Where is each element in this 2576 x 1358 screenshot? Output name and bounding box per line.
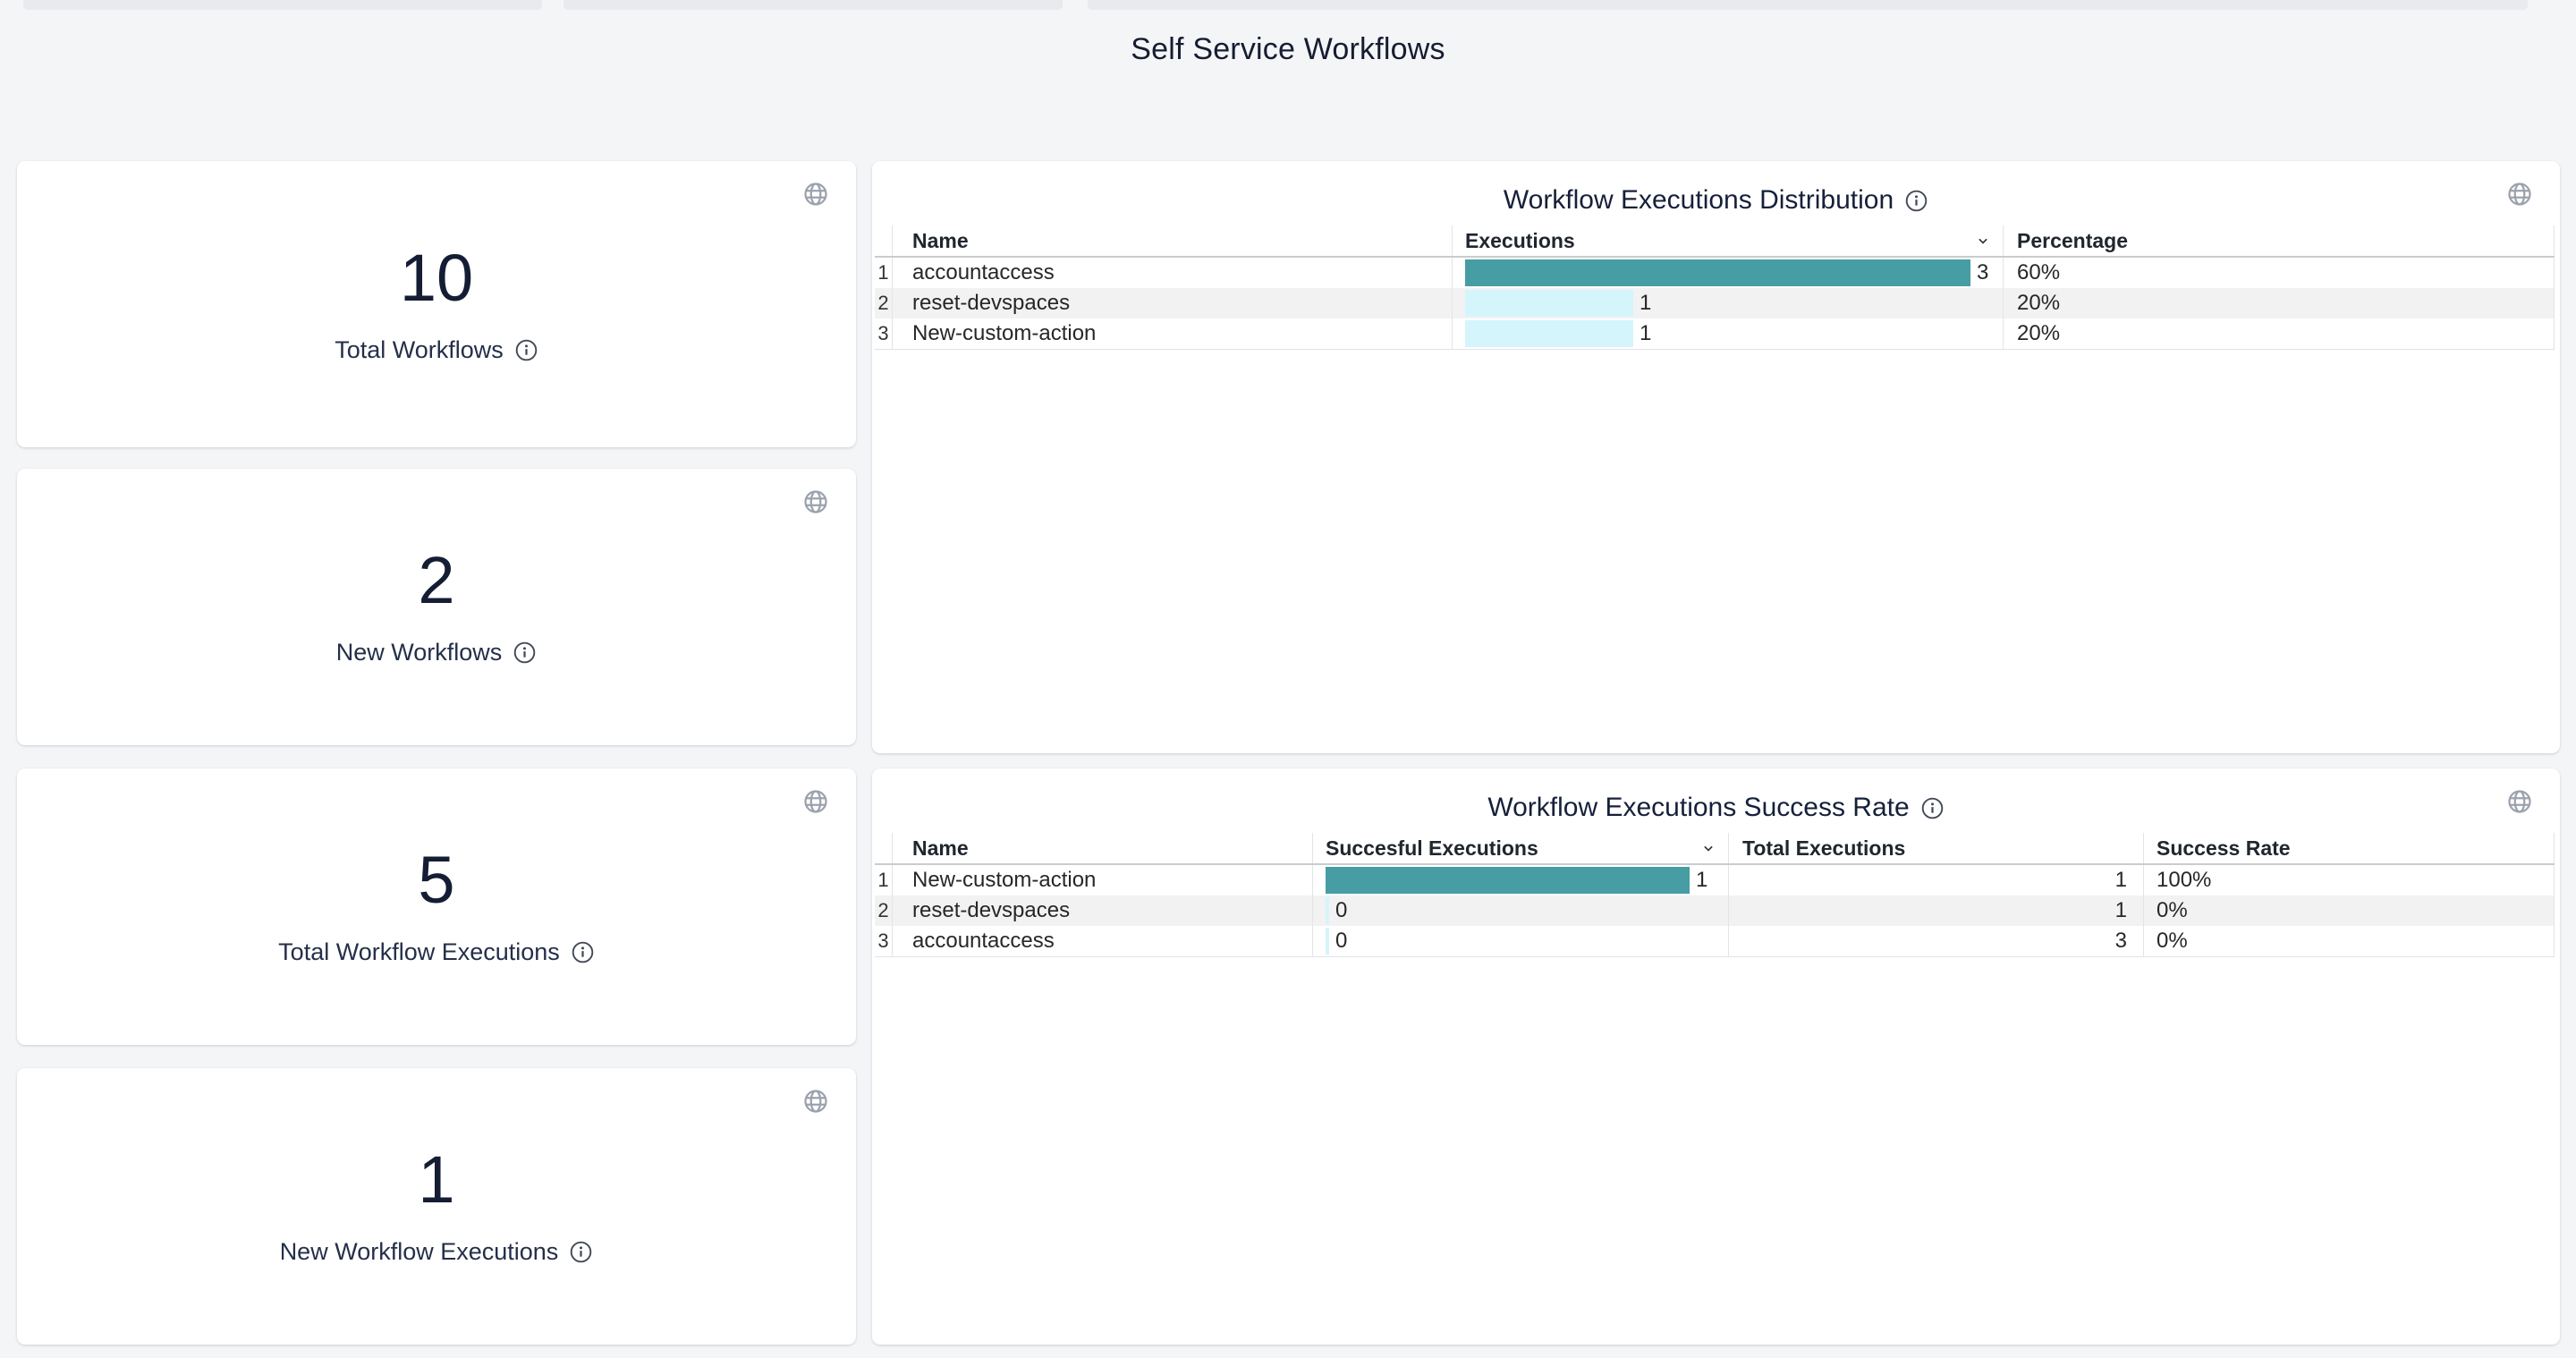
bar-value: 1 [1640,291,1651,316]
stat-label: Total Workflows [335,336,504,364]
table-row: 3 accountaccess 0 3 0% [875,926,2555,956]
info-icon[interactable] [1904,189,1928,213]
successful-executions-cell: 1 [1313,865,1729,895]
total-executions-cell: 1 [1729,865,2144,895]
bar-value: 3 [1977,260,1988,285]
executions-cell: 1 [1453,318,2004,349]
success-rate-cell: 100% [2144,865,2555,895]
globe-icon [2506,181,2533,208]
chevron-down-icon[interactable] [1974,232,1992,250]
table-row: 3 New-custom-action 1 20% [875,318,2555,349]
stat-label: Total Workflow Executions [278,938,560,966]
table-row: 1 accountaccess 3 60% [875,258,2555,288]
column-header-executions[interactable]: Executions [1453,225,2004,256]
bar-value: 0 [1335,929,1347,954]
stat-card-new-workflow-executions: 1 New Workflow Executions [17,1068,856,1345]
index-column-header [875,833,893,863]
table-header-row: Name Executions Percentage [875,225,2555,258]
column-header-success-rate[interactable]: Success Rate [2144,833,2555,863]
row-index: 1 [875,258,893,288]
stat-label: New Workflow Executions [280,1238,559,1266]
executions-cell: 1 [1453,288,2004,318]
execution-bar [1465,290,1633,317]
row-index: 2 [875,288,893,318]
chevron-down-icon[interactable] [1699,839,1717,857]
stat-card-total-workflow-executions: 5 Total Workflow Executions [17,768,856,1045]
row-index: 1 [875,865,893,895]
distribution-table: Name Executions Percentage 1 accountacce… [875,225,2555,350]
info-icon[interactable] [513,641,537,665]
execution-bar [1326,897,1329,924]
table-title: Workflow Executions Success Rate [1487,793,1909,823]
stat-value: 5 [418,847,454,913]
execution-bar [1326,867,1690,894]
name-cell: New-custom-action [893,318,1453,349]
executions-cell: 3 [1453,258,2004,288]
table-header-row: Name Succesful Executions Total Executio… [875,833,2555,865]
total-executions-cell: 3 [1729,926,2144,956]
globe-icon [802,488,829,515]
table-row: 2 reset-devspaces 0 1 0% [875,895,2555,926]
stat-card-new-workflows: 2 New Workflows [17,469,856,745]
total-executions-cell: 1 [1729,895,2144,926]
bar-value: 1 [1696,868,1707,893]
globe-icon [802,788,829,815]
globe-icon [802,181,829,208]
stat-value: 2 [418,547,454,614]
name-cell: accountaccess [893,926,1313,956]
percentage-cell: 20% [2004,288,2555,318]
globe-icon [802,1088,829,1115]
globe-icon [2506,788,2533,815]
name-cell: reset-devspaces [893,288,1453,318]
success-rate-table: Name Succesful Executions Total Executio… [875,833,2555,957]
table-row: 2 reset-devspaces 1 20% [875,288,2555,318]
column-header-total-executions[interactable]: Total Executions [1729,833,2144,863]
row-index: 3 [875,318,893,349]
column-header-name[interactable]: Name [893,833,1313,863]
percentage-cell: 60% [2004,258,2555,288]
percentage-cell: 20% [2004,318,2555,349]
info-icon[interactable] [569,1240,593,1264]
name-cell: accountaccess [893,258,1453,288]
info-icon[interactable] [514,338,538,362]
success-rate-card: Workflow Executions Success Rate Name Su… [872,768,2560,1345]
execution-bar [1326,928,1329,955]
bar-value: 0 [1335,898,1347,923]
stat-value: 10 [400,245,473,311]
name-cell: reset-devspaces [893,895,1313,926]
bar-value: 1 [1640,321,1651,346]
stat-value: 1 [418,1147,454,1213]
successful-executions-cell: 0 [1313,895,1729,926]
row-index: 2 [875,895,893,926]
column-header-percentage[interactable]: Percentage [2004,225,2555,256]
stat-card-total-workflows: 10 Total Workflows [17,161,856,447]
distribution-card: Workflow Executions Distribution Name Ex… [872,161,2560,753]
row-index: 3 [875,926,893,956]
top-tab-placeholder [564,0,1063,10]
top-tab-placeholder [1088,0,2528,10]
column-header-name[interactable]: Name [893,225,1453,256]
name-cell: New-custom-action [893,865,1313,895]
table-row: 1 New-custom-action 1 1 100% [875,865,2555,895]
column-header-successful-executions[interactable]: Succesful Executions [1313,833,1729,863]
info-icon[interactable] [1920,796,1945,820]
success-rate-cell: 0% [2144,895,2555,926]
success-rate-cell: 0% [2144,926,2555,956]
index-column-header [875,225,893,256]
stat-label: New Workflows [336,639,503,666]
table-title: Workflow Executions Distribution [1504,185,1894,216]
top-tab-placeholder [23,0,542,10]
info-icon[interactable] [571,940,595,964]
successful-executions-cell: 0 [1313,926,1729,956]
execution-bar [1465,320,1633,347]
execution-bar [1465,259,1970,286]
page-title: Self Service Workflows [0,32,2576,67]
